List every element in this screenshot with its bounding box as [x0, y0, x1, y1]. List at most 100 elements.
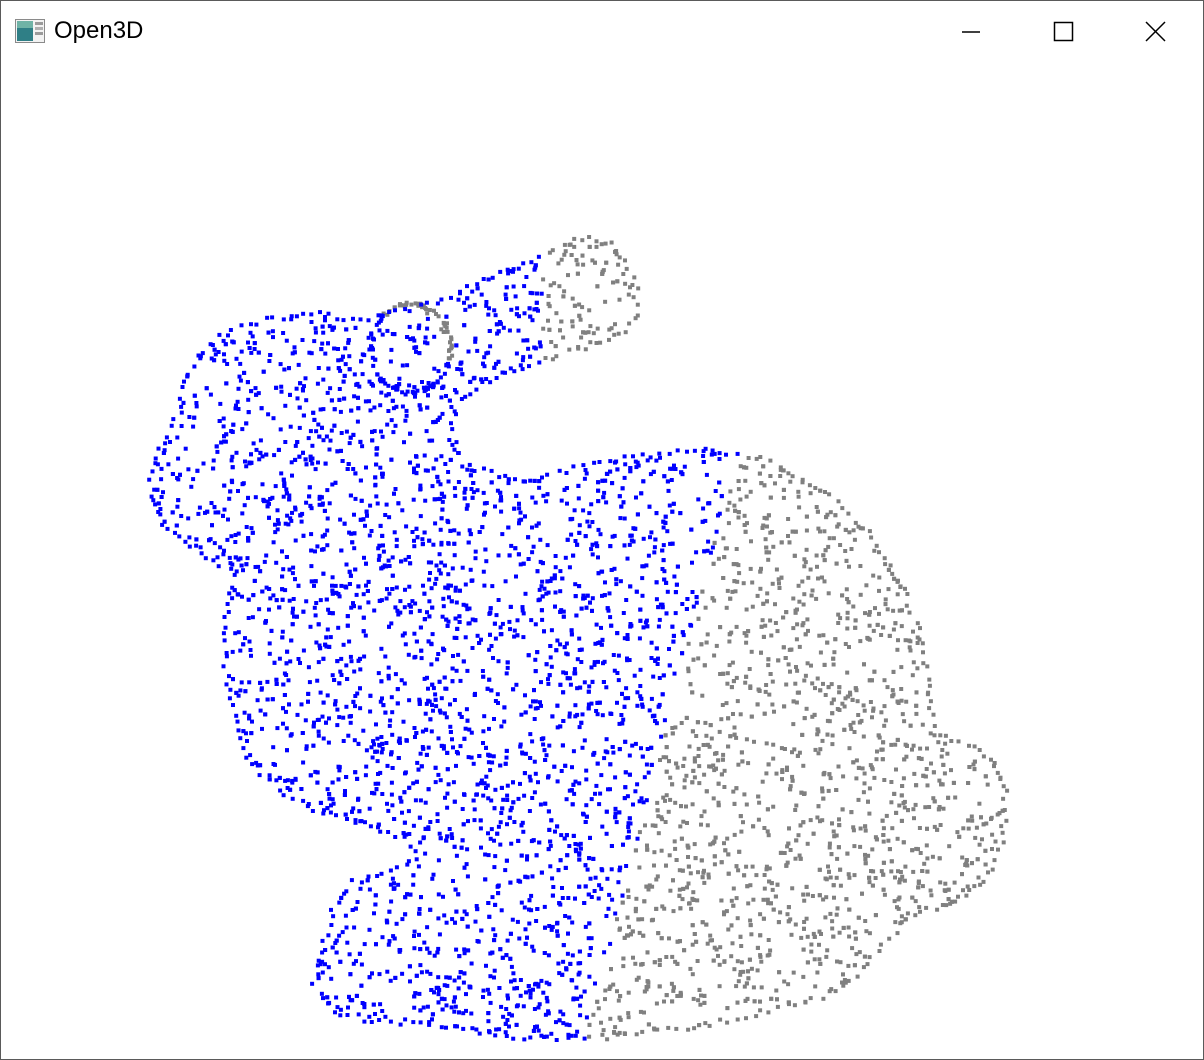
point: [830, 821, 834, 826]
point: [367, 887, 372, 892]
point: [233, 540, 238, 544]
point: [894, 810, 899, 815]
point: [465, 668, 470, 673]
point: [273, 530, 278, 535]
point: [931, 770, 936, 775]
point: [453, 887, 458, 892]
point: [758, 455, 763, 459]
point: [759, 650, 763, 655]
point: [462, 909, 467, 914]
point: [379, 735, 384, 739]
point: [260, 726, 264, 731]
point: [776, 658, 781, 663]
point: [272, 660, 277, 665]
point: [315, 544, 320, 549]
point: [212, 505, 217, 510]
point: [386, 409, 391, 413]
point: [869, 535, 874, 540]
point: [605, 1037, 610, 1042]
point: [343, 346, 348, 351]
point: [385, 920, 390, 925]
point: [889, 800, 894, 805]
point: [764, 545, 769, 550]
point: [881, 839, 886, 844]
point: [254, 447, 259, 452]
title-bar[interactable]: Open3D: [1, 1, 1203, 63]
point: [486, 350, 491, 355]
point: [175, 504, 180, 509]
point: [855, 699, 860, 704]
point: [534, 523, 539, 528]
point: [174, 523, 179, 528]
point: [287, 567, 292, 572]
point: [685, 821, 689, 825]
point: [436, 946, 441, 951]
point: [501, 325, 506, 330]
point: [738, 970, 743, 974]
point: [811, 831, 816, 836]
point: [874, 837, 879, 842]
point: [645, 747, 650, 751]
point: [320, 534, 325, 539]
point: [969, 814, 974, 819]
point: [192, 415, 197, 420]
point: [478, 826, 483, 831]
point: [557, 901, 562, 906]
point: [456, 652, 461, 657]
point: [383, 513, 388, 517]
point: [532, 790, 537, 795]
point: [904, 699, 909, 704]
point: [583, 884, 588, 889]
point: [534, 919, 539, 923]
point: [781, 615, 786, 620]
point: [819, 575, 824, 580]
point: [825, 732, 830, 737]
point: [600, 271, 605, 276]
3d-viewport[interactable]: [1, 63, 1203, 1059]
point: [596, 488, 601, 493]
point: [655, 800, 660, 805]
point: [464, 862, 469, 867]
point: [568, 517, 573, 522]
point: [289, 732, 294, 737]
point: [970, 861, 974, 866]
point: [509, 979, 513, 984]
point: [353, 704, 357, 709]
maximize-button[interactable]: [1017, 1, 1109, 63]
point: [725, 671, 730, 676]
point: [812, 712, 817, 717]
point: [469, 961, 474, 966]
point: [633, 961, 638, 966]
point: [989, 757, 993, 762]
point: [463, 307, 468, 312]
point: [313, 613, 318, 618]
point: [558, 569, 563, 574]
point: [486, 277, 491, 282]
point: [532, 478, 537, 483]
point: [530, 739, 535, 744]
point: [702, 993, 707, 998]
point: [853, 936, 858, 941]
point: [518, 993, 523, 998]
minimize-button[interactable]: [925, 1, 1017, 63]
point: [380, 792, 385, 796]
point: [754, 873, 759, 878]
point: [908, 648, 913, 653]
point: [590, 520, 595, 524]
point: [602, 756, 607, 761]
point: [606, 787, 610, 792]
point: [417, 991, 422, 996]
point: [533, 500, 538, 505]
point: [613, 322, 617, 327]
point: [375, 736, 380, 741]
point: [949, 768, 953, 773]
point: [890, 571, 895, 576]
point: [613, 911, 618, 916]
point: [664, 955, 669, 959]
point: [325, 488, 330, 493]
point: [411, 781, 416, 786]
close-button[interactable]: [1109, 1, 1201, 63]
point: [452, 635, 457, 640]
point: [803, 560, 808, 565]
point: [468, 985, 473, 990]
